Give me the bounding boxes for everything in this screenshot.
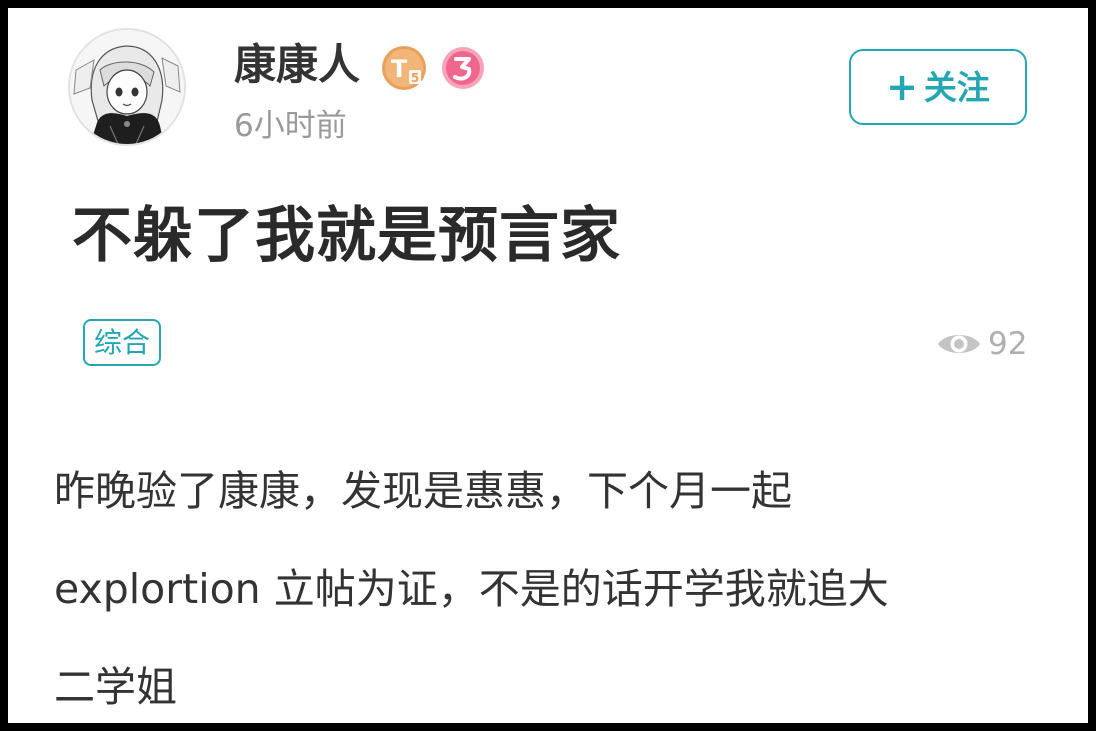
post-timestamp: 6小时前 (234, 108, 347, 144)
follow-label: 关注 (923, 67, 990, 107)
medal-badge-icon (442, 47, 484, 89)
post-body-line: 二学姐 (54, 663, 177, 711)
view-count: 92 (936, 323, 1027, 365)
category-tag[interactable]: 综合 (83, 319, 161, 366)
plus-icon: + (886, 65, 918, 109)
post-body-line: explortion 立帖为证，不是的话开学我就追大 (54, 565, 889, 613)
post-card: 康康人 T 5 6小时前 + 关注 不躲了我就是预言家 综合 92 昨晚验了康康… (8, 8, 1088, 723)
view-count-number: 92 (988, 325, 1028, 362)
level-badge-icon: T 5 (382, 46, 426, 90)
post-body: 昨晚验了康康，发现是惠惠，下个月一起 explortion 立帖为证，不是的话开… (54, 442, 1054, 723)
eye-icon (938, 335, 980, 353)
avatar[interactable] (68, 28, 186, 146)
username[interactable]: 康康人 (234, 38, 360, 92)
post-body-line: 昨晚验了康康，发现是惠惠，下个月一起 (54, 467, 792, 515)
post-title: 不躲了我就是预言家 (72, 201, 621, 271)
follow-button[interactable]: + 关注 (849, 49, 1027, 125)
anime-girl-avatar-icon (70, 30, 184, 144)
svg-text:5: 5 (411, 71, 419, 85)
svg-text:T: T (391, 55, 408, 83)
